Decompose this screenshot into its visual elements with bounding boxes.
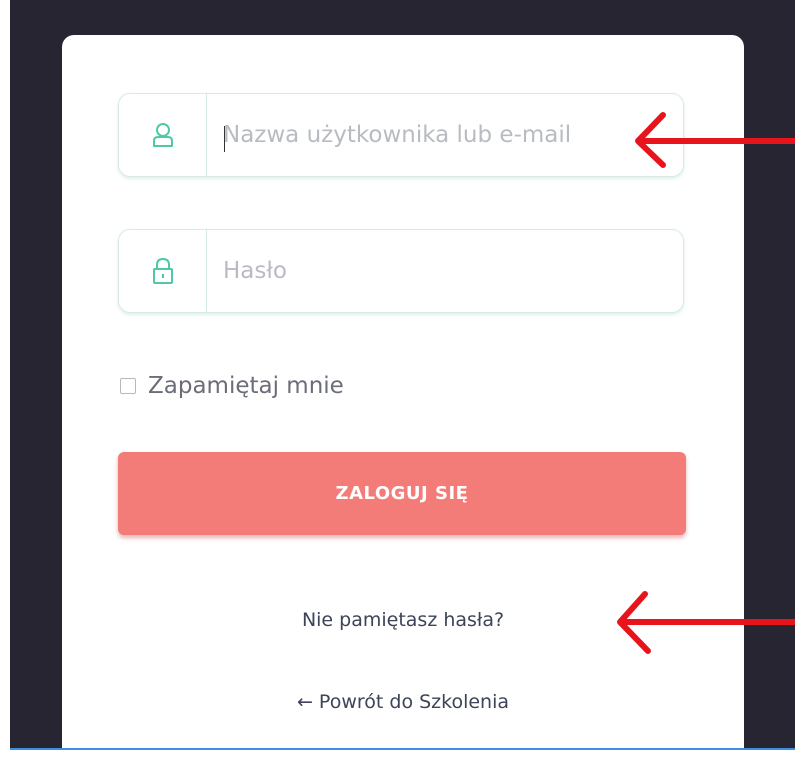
text-caret	[224, 126, 225, 152]
remember-me-checkbox[interactable]	[120, 378, 136, 394]
password-input[interactable]	[223, 230, 663, 312]
remember-me[interactable]: Zapamiętaj mnie	[120, 373, 344, 399]
left-edge-strip	[0, 0, 10, 748]
username-icon-cell	[119, 94, 207, 176]
password-icon-cell	[119, 230, 207, 312]
back-to-training-link[interactable]: ← Powrót do Szkolenia	[62, 691, 744, 713]
bottom-border	[10, 748, 795, 750]
login-card: Zapamiętaj mnie ZALOGUJ SIĘ Nie pamiętas…	[62, 35, 744, 748]
username-field	[118, 93, 684, 177]
username-input[interactable]	[223, 94, 663, 176]
forgot-password-link[interactable]: Nie pamiętasz hasła?	[62, 609, 744, 631]
remember-me-label: Zapamiętaj mnie	[148, 373, 344, 399]
user-icon	[152, 123, 173, 147]
login-button[interactable]: ZALOGUJ SIĘ	[118, 452, 686, 535]
password-field	[118, 229, 684, 313]
lock-icon	[152, 257, 173, 284]
